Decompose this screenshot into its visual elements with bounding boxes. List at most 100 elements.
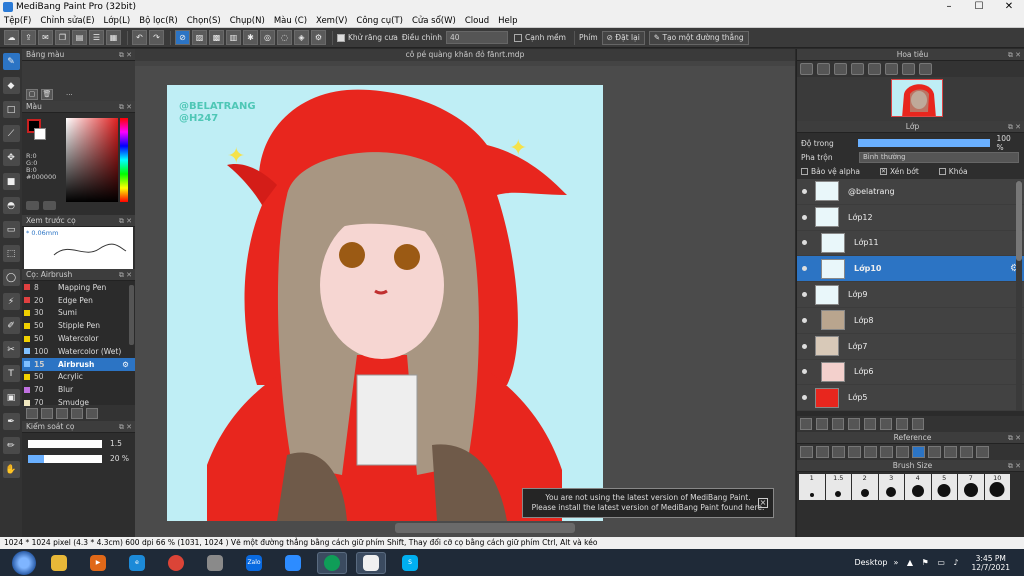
- merge-down-icon[interactable]: [896, 418, 908, 430]
- hue-slider[interactable]: [120, 118, 128, 202]
- menu-file[interactable]: Tệp(F): [4, 16, 31, 26]
- layer-menu-icon[interactable]: [848, 418, 860, 430]
- circle-snap-icon[interactable]: ◎: [260, 30, 275, 45]
- brush-size-preset[interactable]: 3: [878, 474, 904, 500]
- undo-icon[interactable]: ↶: [132, 30, 147, 45]
- brush-item[interactable]: 70 Blur: [22, 383, 135, 396]
- layer-opacity-slider[interactable]: [858, 139, 991, 147]
- panel-pin-icon[interactable]: ⧉ ✕: [119, 215, 132, 227]
- curve-snap-icon[interactable]: ◌: [277, 30, 292, 45]
- visibility-eye-icon[interactable]: [802, 240, 807, 246]
- menu-tools[interactable]: Công cụ(T): [356, 16, 403, 26]
- zoom-out-icon[interactable]: [817, 63, 830, 75]
- layer-scroll-thumb[interactable]: [1016, 181, 1022, 261]
- ref-rotate-left-icon[interactable]: [928, 446, 941, 458]
- rotate-left-icon[interactable]: [868, 63, 881, 75]
- visibility-eye-icon[interactable]: [802, 395, 807, 401]
- redo-icon[interactable]: ↷: [149, 30, 164, 45]
- text-tool-icon[interactable]: T: [2, 365, 20, 382]
- add-brush-icon[interactable]: [41, 407, 53, 419]
- update-notification[interactable]: You are not using the latest version of …: [522, 488, 774, 518]
- actual-size-icon[interactable]: [851, 63, 864, 75]
- select-pen-icon[interactable]: ✐: [2, 317, 20, 334]
- new-layer-icon[interactable]: [800, 418, 812, 430]
- paint-tool-button[interactable]: [200, 552, 230, 574]
- brush-settings-icon[interactable]: [26, 407, 38, 419]
- panel-pin-icon[interactable]: ⧉ ✕: [119, 49, 132, 61]
- ref-rotate-right-icon[interactable]: [944, 446, 957, 458]
- layer-row[interactable]: Lớp11: [797, 230, 1024, 257]
- zalo-button[interactable]: Zalo: [239, 552, 269, 574]
- export-icon[interactable]: ⇪: [21, 30, 36, 45]
- secondary-color-swatch[interactable]: [34, 128, 46, 140]
- antialias-checkbox[interactable]: [337, 33, 345, 42]
- desktop-toolbar[interactable]: Desktop: [854, 558, 887, 567]
- brush-opacity-slider[interactable]: [28, 455, 102, 463]
- eraser-tool-icon[interactable]: ◆: [2, 77, 20, 94]
- settings-snap-icon[interactable]: ⚙: [311, 30, 326, 45]
- menu-help[interactable]: Help: [498, 16, 517, 26]
- start-button[interactable]: [12, 550, 36, 575]
- navigator-view[interactable]: [797, 77, 1024, 121]
- brush-item[interactable]: 8 Mapping Pen: [22, 281, 135, 294]
- new-halftone-layer-icon[interactable]: [832, 418, 844, 430]
- skype-button[interactable]: S: [395, 552, 425, 574]
- file-explorer-button[interactable]: [44, 552, 74, 574]
- close-button[interactable]: ✕: [994, 0, 1024, 14]
- ref-zoom-out-icon[interactable]: [864, 446, 877, 458]
- select-eraser-icon[interactable]: ✂: [2, 341, 20, 358]
- clipping-option[interactable]: ✕ Xén bớt: [879, 167, 919, 176]
- zoom-in-icon[interactable]: [800, 63, 813, 75]
- brush-list-scrollbar[interactable]: [129, 285, 134, 345]
- panel-pin-icon[interactable]: ⧉ ✕: [1008, 460, 1021, 472]
- brush-item[interactable]: 30 Sumi: [22, 307, 135, 320]
- menu-edit[interactable]: Chỉnh sửa(E): [40, 16, 94, 26]
- menu-select[interactable]: Chọn(S): [187, 16, 221, 26]
- vanish-snap-icon[interactable]: ▥: [226, 30, 241, 45]
- brush-item[interactable]: 50 Stipple Pen: [22, 319, 135, 332]
- panel-pin-icon[interactable]: ⧉ ✕: [1008, 121, 1021, 133]
- alpha-protect-checkbox[interactable]: [801, 168, 808, 175]
- magic-wand-icon[interactable]: ⚡: [2, 293, 20, 310]
- brush-size-preset[interactable]: 7: [958, 474, 984, 500]
- rotate-right-icon[interactable]: [885, 63, 898, 75]
- visibility-eye-icon[interactable]: [802, 188, 807, 194]
- grid-icon[interactable]: ▦: [106, 30, 121, 45]
- smooth-checkbox[interactable]: [514, 33, 522, 42]
- brush-size-slider[interactable]: [28, 440, 102, 448]
- ref-folder-icon[interactable]: [816, 446, 829, 458]
- brush-folder-icon[interactable]: [86, 407, 98, 419]
- ref-close-icon[interactable]: [832, 446, 845, 458]
- lasso-tool-icon[interactable]: ◯: [2, 269, 20, 286]
- visibility-eye-icon[interactable]: [802, 266, 807, 272]
- brush-item[interactable]: 70 Smudge: [22, 396, 135, 409]
- brush-item[interactable]: 20 Edge Pen: [22, 294, 135, 307]
- layer-row[interactable]: Lớp9: [797, 282, 1024, 308]
- menu-color[interactable]: Màu (C): [274, 16, 307, 26]
- minimize-button[interactable]: –: [934, 0, 964, 14]
- straight-line-button[interactable]: ✎ Tạo một đường thẳng: [648, 30, 749, 45]
- lock-checkbox[interactable]: [938, 168, 946, 175]
- brush-copy-icon[interactable]: [71, 407, 83, 419]
- fill-rect-tool-icon[interactable]: ■: [2, 173, 20, 190]
- pen-tool-icon[interactable]: ✏: [2, 437, 20, 454]
- clipping-checkbox[interactable]: ✕: [879, 168, 887, 175]
- ref-eyedropper-icon[interactable]: [896, 446, 909, 458]
- line-tool-icon[interactable]: ⟋: [2, 125, 20, 142]
- panel-pin-icon[interactable]: ⧉ ✕: [1008, 49, 1021, 61]
- layer-row[interactable]: Lớp5: [797, 385, 1024, 412]
- lock-option[interactable]: Khóa: [938, 167, 968, 176]
- brush-item-active[interactable]: 15 Airbrush ⚙: [22, 357, 135, 371]
- ref-open-icon[interactable]: [800, 446, 813, 458]
- brush-size-preset[interactable]: 5: [931, 474, 957, 500]
- media-player-button[interactable]: ▶: [83, 552, 113, 574]
- cloud-icon[interactable]: ☁: [4, 30, 19, 45]
- duplicate-layer-icon[interactable]: [880, 418, 892, 430]
- copy-icon[interactable]: ❐: [55, 30, 70, 45]
- maximize-button[interactable]: ☐: [964, 0, 994, 14]
- fit-icon[interactable]: [834, 63, 847, 75]
- ref-flip-icon[interactable]: [976, 446, 989, 458]
- delete-layer-icon[interactable]: [912, 418, 924, 430]
- list-icon[interactable]: ☰: [89, 30, 104, 45]
- internet-explorer-button[interactable]: e: [122, 552, 152, 574]
